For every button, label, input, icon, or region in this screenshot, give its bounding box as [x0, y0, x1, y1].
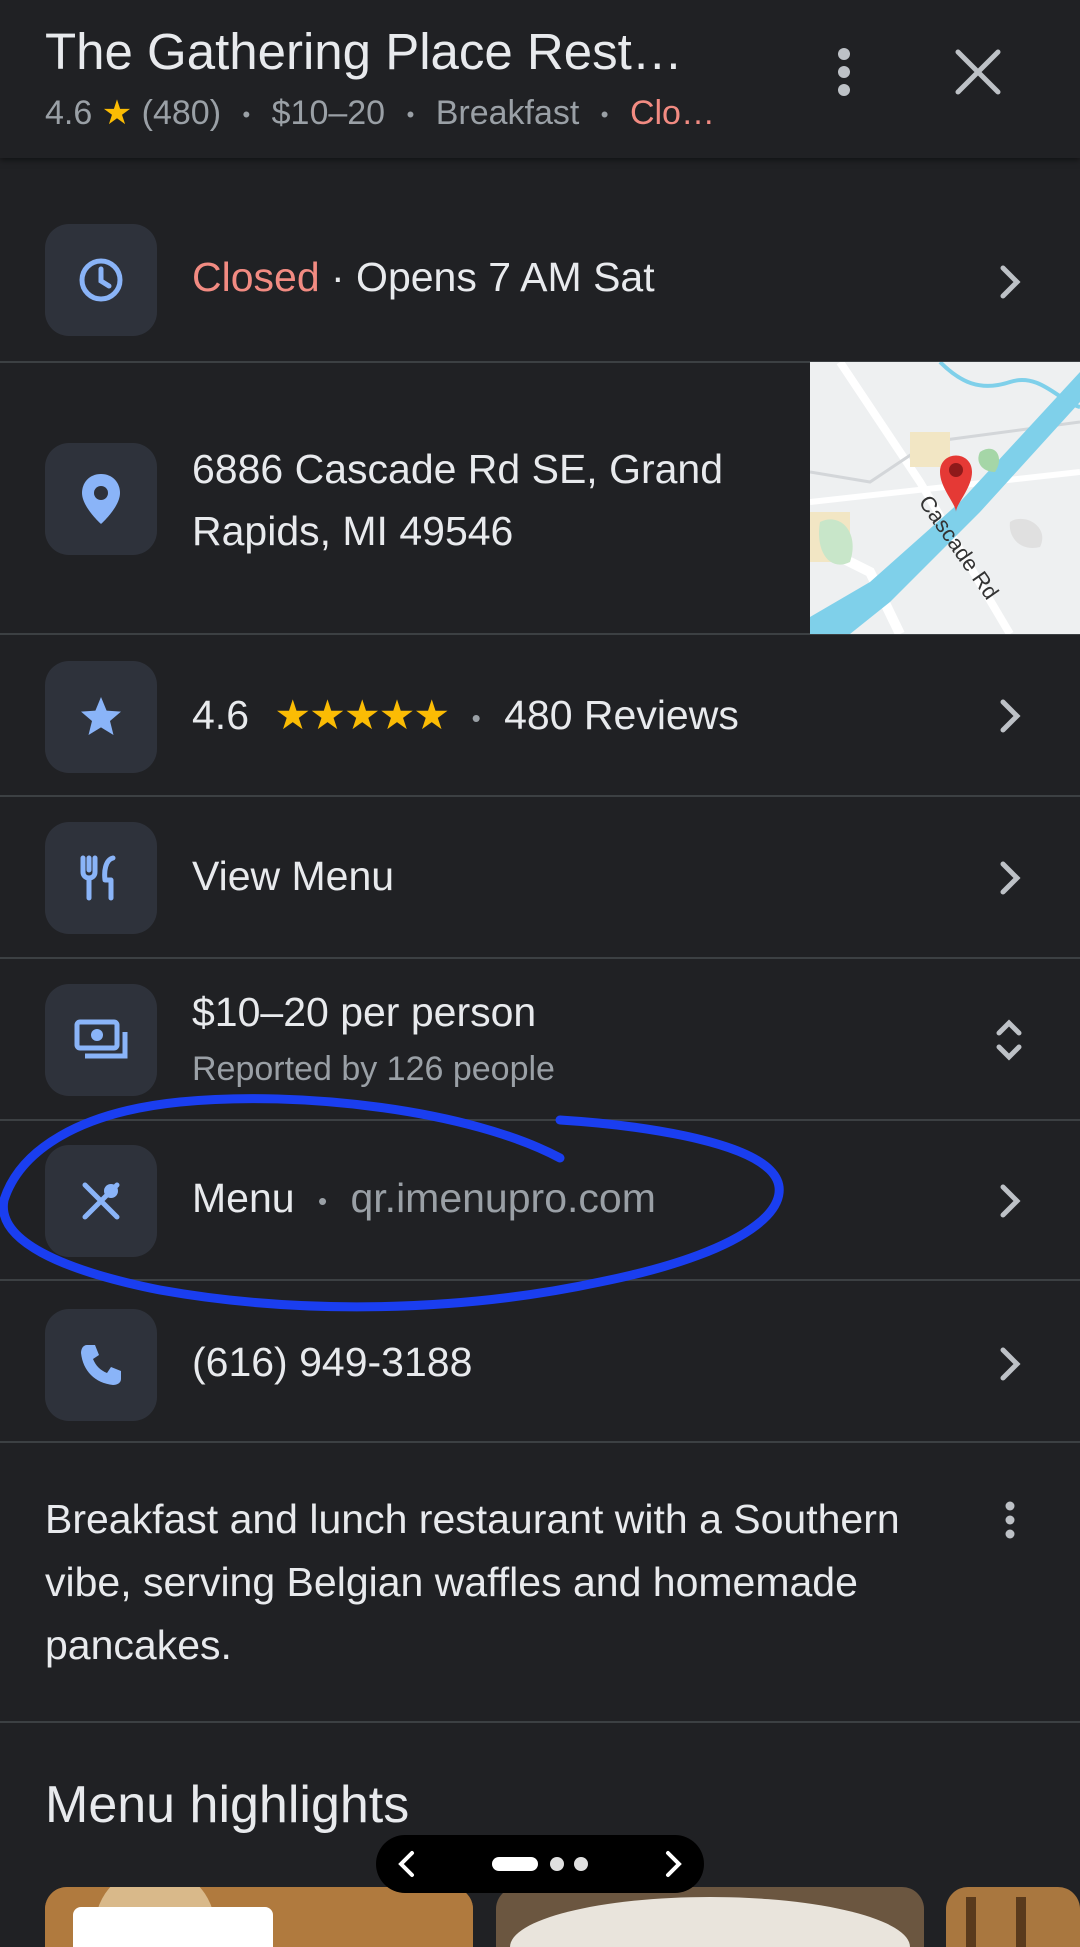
separator-dot: •: [242, 102, 251, 128]
menu-url[interactable]: qr.imenupro.com: [350, 1175, 655, 1221]
header-status: Clo…: [629, 94, 715, 132]
header-category: Breakfast: [435, 94, 580, 132]
reviews-row[interactable]: 4.6 ★★★★★ • 480 Reviews: [0, 635, 1080, 797]
header-rating: 4.6: [45, 94, 93, 132]
address-line-2: Rapids, MI 49546: [192, 508, 514, 554]
menu-photo-thumbnail[interactable]: [496, 1887, 924, 1947]
pager-dot: [574, 1857, 588, 1871]
pager-dot-active: [492, 1857, 538, 1871]
price-label: $10–20 per person: [192, 989, 537, 1035]
chevron-left-icon[interactable]: [392, 1849, 422, 1879]
star-icon: ★: [101, 94, 133, 132]
money-icon: [45, 984, 157, 1096]
separator-dot: •: [600, 102, 609, 128]
carousel-pager: [376, 1835, 704, 1893]
view-menu-label: View Menu: [192, 853, 395, 899]
hours-status: Closed: [192, 254, 320, 300]
chevron-right-icon: [1000, 1347, 1021, 1381]
menu-highlights-title: Menu highlights: [45, 1776, 410, 1834]
header-review-count: (480): [141, 94, 222, 132]
separator-dot: •: [317, 1185, 328, 1216]
chevron-right-icon: [1000, 1184, 1021, 1218]
map-thumbnail[interactable]: Cascade Rd: [810, 362, 1080, 634]
star-icon: [45, 661, 157, 773]
close-icon[interactable]: [948, 40, 1008, 100]
menu-link-row[interactable]: Menu • qr.imenupro.com: [0, 1121, 1080, 1281]
restaurant-icon: [45, 822, 157, 934]
price-row[interactable]: $10–20 per person Reported by 126 people: [0, 959, 1080, 1121]
chevron-right-icon: [1000, 861, 1021, 895]
chevron-right-icon: [1000, 699, 1021, 733]
place-summary: 4.6 ★ (480) • $10–20 • Breakfast • Clo…: [45, 93, 715, 133]
address-line-1: 6886 Cascade Rd SE, Grand: [192, 446, 724, 492]
chevron-right-icon[interactable]: [658, 1849, 688, 1879]
rating-value: 4.6: [192, 692, 249, 738]
divider: [0, 1721, 1080, 1723]
more-options-icon[interactable]: [814, 40, 874, 100]
menu-label: Menu: [192, 1175, 295, 1221]
utensils-icon: [45, 1145, 157, 1257]
menu-photo-thumbnail[interactable]: [946, 1887, 1080, 1947]
more-options-icon[interactable]: [990, 1500, 1030, 1540]
place-description: Breakfast and lunch restaurant with a So…: [45, 1496, 900, 1668]
header-price: $10–20: [271, 94, 386, 132]
phone-icon: [45, 1309, 157, 1421]
reviews-count: 480 Reviews: [504, 692, 739, 738]
place-header: The Gathering Place Rest… 4.6 ★ (480) • …: [0, 0, 1080, 158]
pager-dot: [550, 1857, 564, 1871]
hours-row[interactable]: Closed · Opens 7 AM Sat: [0, 198, 1080, 363]
location-pin-icon: [45, 443, 157, 555]
phone-row[interactable]: (616) 949-3188: [0, 1281, 1080, 1443]
expand-collapse-icon[interactable]: [993, 1017, 1025, 1063]
separator-dot: •: [406, 102, 415, 128]
view-menu-row[interactable]: View Menu: [0, 797, 1080, 959]
rating-stars: ★★★★★: [274, 692, 450, 738]
price-reported: Reported by 126 people: [192, 1050, 555, 1088]
hours-opens: · Opens 7 AM Sat: [319, 254, 655, 300]
chevron-right-icon: [1000, 265, 1021, 299]
separator-dot: •: [471, 702, 481, 733]
phone-number[interactable]: (616) 949-3188: [192, 1339, 472, 1386]
place-title: The Gathering Place Rest…: [45, 23, 683, 80]
menu-photo-thumbnail[interactable]: [45, 1887, 473, 1947]
clock-icon: [45, 224, 157, 336]
